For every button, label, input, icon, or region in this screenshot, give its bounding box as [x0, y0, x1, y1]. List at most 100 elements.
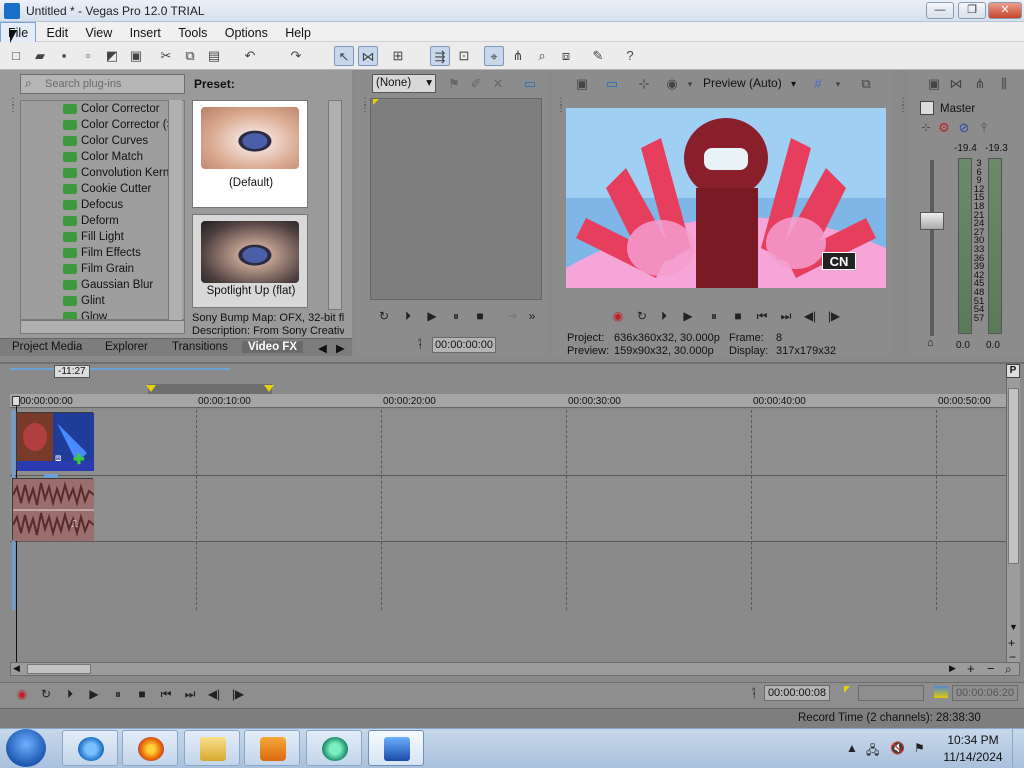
plugin-search-input[interactable]: ⌕ Search plug-ins [20, 74, 185, 94]
mixer-settings-icon[interactable]: ⫼ [994, 74, 1014, 94]
loop-icon[interactable]: ↻ [376, 308, 392, 324]
auto-ripple-icon[interactable]: ⇶ [430, 46, 450, 66]
audio-clip[interactable]: ⎍ [12, 478, 95, 541]
selection-length-display[interactable] [858, 685, 924, 701]
timeline-vertical-scrollbar[interactable]: ▼ + − [1006, 378, 1020, 664]
plugin-item[interactable]: Color Curves [21, 133, 184, 149]
play-from-start-icon[interactable]: ⏵ [656, 308, 672, 324]
playhead-handle[interactable] [12, 396, 20, 406]
external-monitor-icon[interactable]: ▭ [602, 74, 622, 94]
lock-icon[interactable]: ⌂ [927, 337, 934, 349]
video-clip[interactable]: ⧈ ✚ [16, 412, 94, 471]
go-to-start-icon[interactable]: ⏮ [158, 686, 174, 702]
ignore-grouping-icon[interactable]: ✎ [588, 46, 608, 66]
cursor-time-display[interactable]: 00:00:00:08 [764, 685, 830, 701]
plugin-item[interactable]: Defocus [21, 197, 184, 213]
taskbar-internet-explorer[interactable] [62, 730, 118, 766]
chevron-down-icon[interactable]: ▾ [680, 74, 700, 94]
menu-file[interactable]: File [0, 22, 37, 44]
previous-frame-icon[interactable]: ◀| [206, 686, 222, 702]
play-icon[interactable]: ▶ [680, 308, 696, 324]
preview-quality-select[interactable]: Preview (Auto) ▾ [703, 76, 796, 90]
mute-icon[interactable]: ⊘ [954, 118, 974, 138]
show-desktop-button[interactable] [1012, 729, 1024, 767]
properties-icon[interactable]: ▣ [126, 46, 146, 66]
scroll-down-icon[interactable]: ▼ [1009, 622, 1018, 632]
taskbar-media-player[interactable] [244, 730, 300, 766]
action-center-flag-icon[interactable]: ⚑ [914, 741, 925, 755]
preview-video-frame[interactable]: CN [566, 108, 886, 288]
timeline-horizontal-scrollbar[interactable]: ◀ ▶ + − ⌕ [10, 661, 1020, 676]
audio-event-fx-icon[interactable]: ⎍ [71, 519, 78, 530]
plugin-item[interactable]: Film Grain [21, 261, 184, 277]
trimmer-close-icon[interactable]: ✕ [488, 74, 508, 94]
close-button[interactable]: ✕ [988, 2, 1022, 19]
plugin-item[interactable]: Deform [21, 213, 184, 229]
trimmer-view[interactable] [370, 98, 542, 300]
trimmer-video-icon[interactable]: ⚑ [444, 74, 464, 94]
minimize-button[interactable]: — [926, 2, 954, 19]
plugin-tree[interactable]: Color Corrector Color Corrector (S Color… [20, 100, 185, 320]
zoom-icon[interactable]: ⌕ [532, 46, 552, 66]
auto-crossfade-icon[interactable]: ⋔ [508, 46, 528, 66]
cut-icon[interactable]: ✂ [156, 46, 176, 66]
add-to-timeline-icon[interactable]: ⇥ [504, 308, 520, 324]
tab-transitions[interactable]: Transitions [172, 341, 228, 353]
pause-icon[interactable]: ⏸ [706, 308, 722, 324]
taskbar-vegas-pro[interactable] [368, 730, 424, 766]
taskbar-explorer[interactable] [184, 730, 240, 766]
plugin-item[interactable]: Film Effects [21, 245, 184, 261]
preview-properties-icon[interactable]: ▣ [572, 74, 592, 94]
normal-edit-tool-icon[interactable]: ↖ [334, 46, 354, 66]
loop-icon[interactable]: ↻ [634, 308, 650, 324]
redo-icon[interactable]: ↷ [286, 46, 306, 66]
audio-track[interactable] [10, 476, 1006, 542]
snapping-icon[interactable]: ⌖ [484, 46, 504, 66]
play-icon[interactable]: ▶ [424, 308, 440, 324]
plugin-list-scrollbar[interactable] [168, 100, 182, 320]
save-as-icon[interactable]: ▫ [78, 46, 98, 66]
next-frame-icon[interactable]: |▶ [826, 308, 842, 324]
stop-icon[interactable]: ■ [472, 308, 488, 324]
volume-muted-icon[interactable]: 🔇 [890, 741, 905, 755]
bus-fx-icon[interactable]: ⊹ [916, 118, 936, 138]
split-screen-icon[interactable]: ◉ [662, 74, 682, 94]
plugin-item[interactable]: Fill Light [21, 229, 184, 245]
menu-insert[interactable]: Insert [123, 23, 168, 43]
panel-grip[interactable]: ⋮ ⋮ [556, 98, 566, 114]
stop-icon[interactable]: ■ [730, 308, 746, 324]
marker-label[interactable]: -11:27 [54, 365, 90, 378]
taskbar-app[interactable] [306, 730, 362, 766]
menu-tools[interactable]: Tools [171, 23, 214, 43]
dim-output-icon[interactable]: ⋔ [970, 74, 990, 94]
play-from-start-icon[interactable]: ⏵ [62, 686, 78, 702]
automation-icon[interactable]: ⚙ [934, 118, 954, 138]
render-icon[interactable]: ◩ [102, 46, 122, 66]
loop-icon[interactable]: ↻ [38, 686, 54, 702]
vegas-app-icon[interactable] [4, 3, 20, 19]
scroll-right-icon[interactable]: ▶ [949, 663, 956, 674]
zoom-in-vertical-icon[interactable]: + [1008, 636, 1015, 650]
play-icon[interactable]: ▶ [86, 686, 102, 702]
stop-icon[interactable]: ■ [134, 686, 150, 702]
plugin-item[interactable]: Gaussian Blur [21, 277, 184, 293]
plugin-item[interactable]: Convolution Kerne [21, 165, 184, 181]
lock-envelopes-icon[interactable]: ⊡ [454, 46, 474, 66]
envelope-tool-icon[interactable]: ⋈ [358, 46, 378, 66]
mixer-properties-icon[interactable]: ▣ [924, 74, 944, 94]
plugin-item[interactable]: Color Match [21, 149, 184, 165]
go-to-start-icon[interactable]: ⏮ [754, 308, 770, 324]
undo-icon[interactable]: ↶ [240, 46, 260, 66]
maximize-button[interactable]: ❐ [958, 2, 986, 19]
overlays-icon[interactable]: # [808, 74, 828, 94]
plugin-item[interactable]: Glint [21, 293, 184, 309]
plugin-item[interactable]: Color Corrector [21, 101, 184, 117]
trimmer-monitor-icon[interactable]: ▭ [520, 74, 540, 94]
plugin-list-hscrollbar[interactable] [20, 320, 185, 334]
play-from-start-icon[interactable]: ⏵ [400, 308, 416, 324]
tab-scroll-left-icon[interactable]: ◀ [318, 341, 327, 355]
event-fx-icon[interactable]: ✚ [73, 451, 85, 468]
loop-region-bar[interactable] [148, 384, 272, 394]
solo-icon[interactable]: ⫯ [974, 118, 994, 138]
time-ruler[interactable] [10, 394, 1006, 408]
